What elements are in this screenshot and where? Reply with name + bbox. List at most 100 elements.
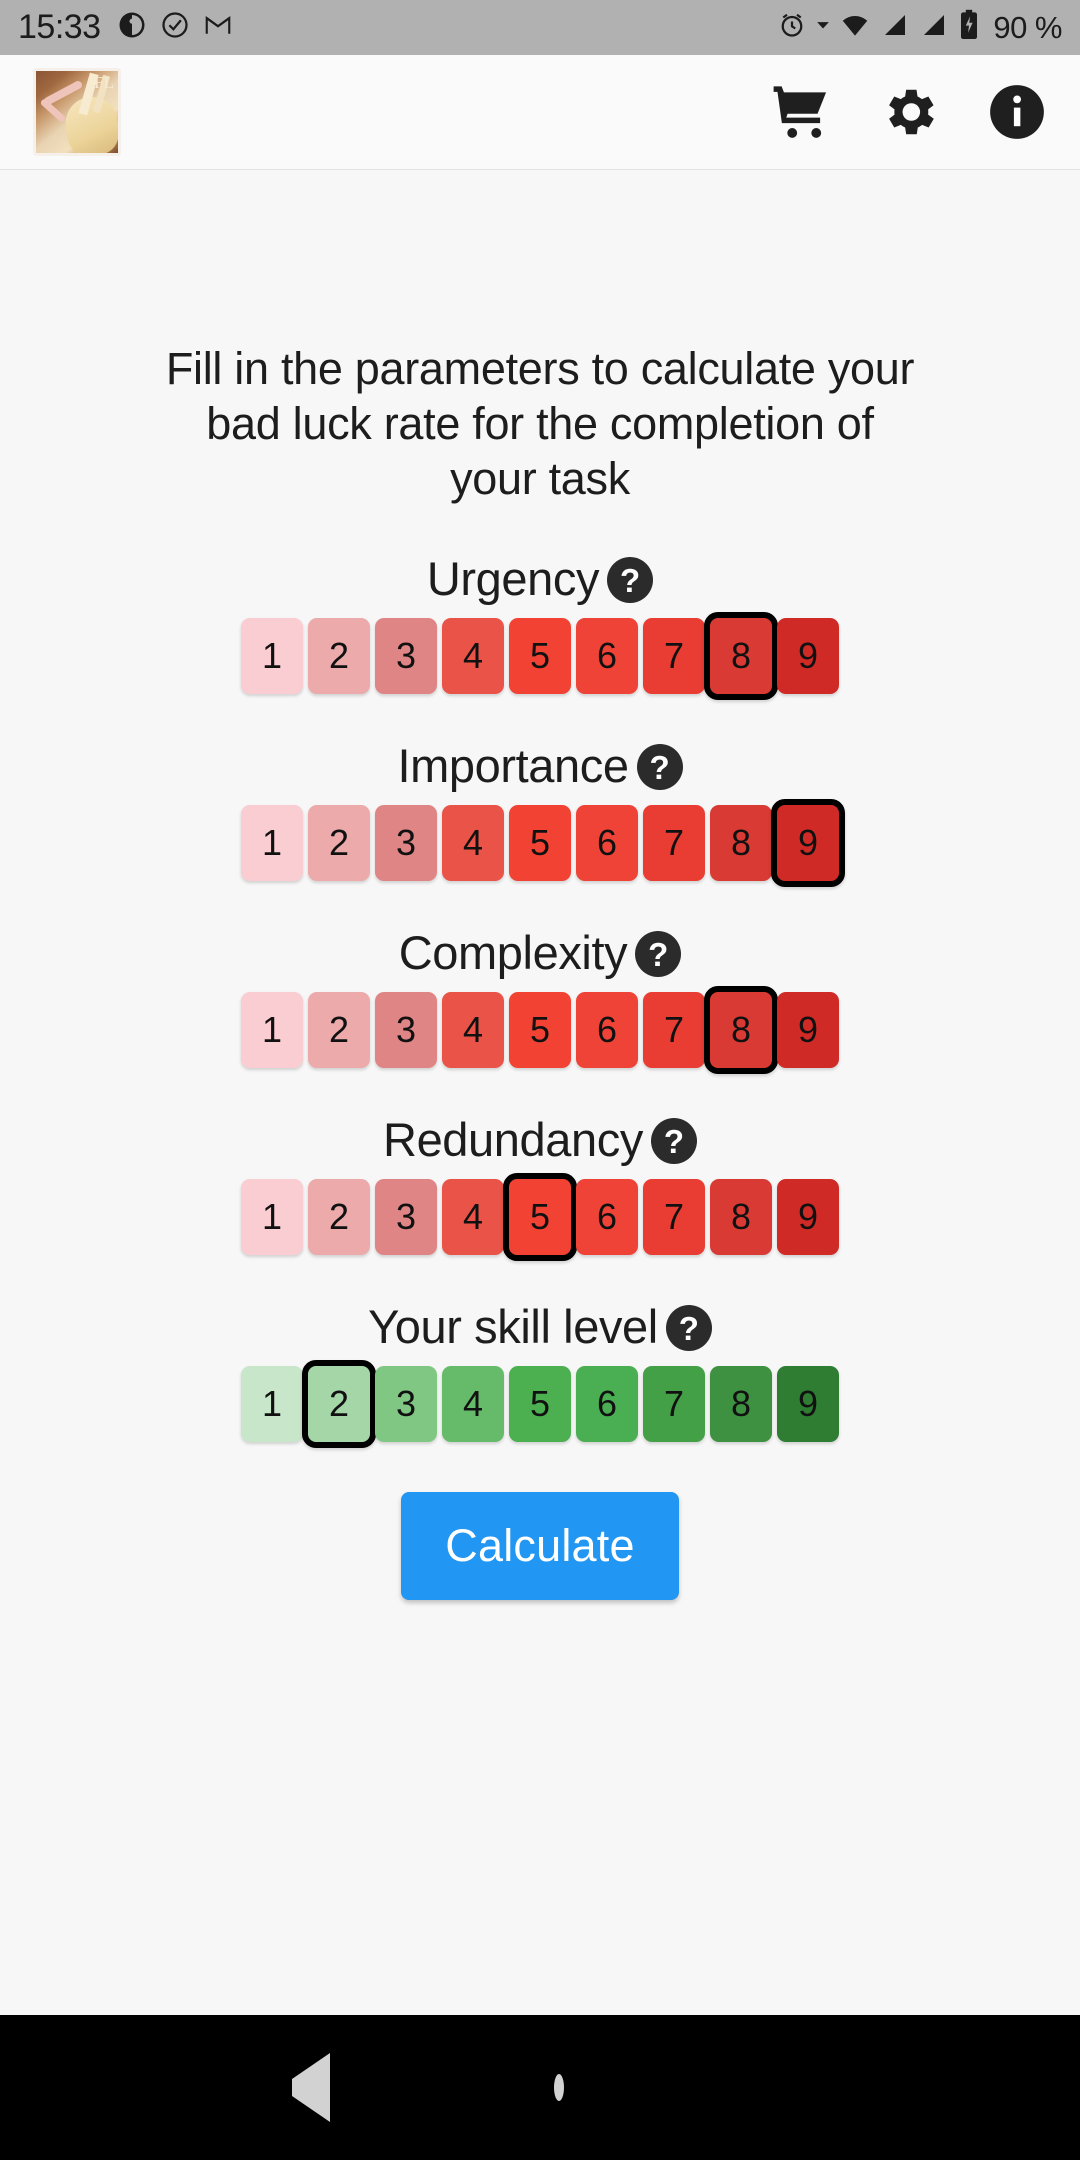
scale-option-skill-level-4[interactable]: 4 (442, 1365, 504, 1442)
section-label-skill-level: Your skill level (368, 1299, 658, 1353)
scale-option-importance-7[interactable]: 7 (643, 804, 705, 881)
section-complexity: Complexity? 1 2 3 4 5 6 7 8 9 (241, 925, 839, 1074)
help-icon-skill-level[interactable]: ? (665, 1305, 712, 1352)
section-skill-level: Your skill level? 1 2 3 4 5 6 7 8 9 (241, 1299, 839, 1448)
scale-option-urgency-7[interactable]: 7 (643, 617, 705, 694)
cart-icon[interactable] (768, 79, 834, 145)
parameter-sections: Urgency? 1 2 3 4 5 6 7 8 9 Importance? 1 2 3 4 5 6 7 8 9 Com… (241, 507, 845, 1448)
scale-row-urgency: 123456789 (241, 611, 839, 700)
scale-option-complexity-8[interactable]: 8 (704, 985, 778, 1074)
scale-option-skill-level-5[interactable]: 5 (509, 1365, 571, 1442)
scale-option-redundancy-3[interactable]: 3 (375, 1178, 437, 1255)
main-content: Fill in the parameters to calculate your… (0, 170, 1080, 2070)
scale-option-urgency-8[interactable]: 8 (704, 611, 778, 700)
battery-icon (958, 9, 980, 46)
scale-row-skill-level: 123456789 (241, 1359, 839, 1448)
section-label-redundancy: Redundancy (383, 1112, 643, 1166)
contrast-icon (117, 10, 147, 45)
scale-option-complexity-6[interactable]: 6 (576, 991, 638, 1068)
scale-option-urgency-5[interactable]: 5 (509, 617, 571, 694)
logo-instrument-body (63, 94, 118, 153)
gear-icon[interactable] (876, 79, 942, 145)
app-bar: FL (0, 55, 1080, 170)
dropdown-caret-icon (816, 18, 830, 37)
info-icon[interactable] (984, 79, 1050, 145)
back-triangle-icon (292, 2052, 330, 2122)
scale-option-importance-1[interactable]: 1 (241, 804, 303, 881)
scale-option-urgency-2[interactable]: 2 (308, 617, 370, 694)
scale-option-importance-2[interactable]: 2 (308, 804, 370, 881)
app-bar-actions (768, 79, 1050, 145)
scale-option-skill-level-8[interactable]: 8 (710, 1365, 772, 1442)
scale-row-importance: 123456789 (241, 798, 845, 887)
wifi-icon (839, 10, 871, 45)
scale-option-urgency-4[interactable]: 4 (442, 617, 504, 694)
scale-option-redundancy-9[interactable]: 9 (777, 1178, 839, 1255)
help-icon-redundancy[interactable]: ? (650, 1118, 697, 1165)
signal-icon (880, 10, 910, 45)
scale-option-redundancy-1[interactable]: 1 (241, 1178, 303, 1255)
scale-option-redundancy-2[interactable]: 2 (308, 1178, 370, 1255)
scale-option-urgency-6[interactable]: 6 (576, 617, 638, 694)
scale-option-redundancy-8[interactable]: 8 (710, 1178, 772, 1255)
scale-option-redundancy-6[interactable]: 6 (576, 1178, 638, 1255)
gmail-icon (203, 10, 233, 45)
scale-option-urgency-1[interactable]: 1 (241, 617, 303, 694)
scale-row-redundancy: 123456789 (241, 1172, 839, 1261)
nav-back-button[interactable] (292, 2052, 330, 2122)
section-redundancy: Redundancy? 1 2 3 4 5 6 7 8 9 (241, 1112, 839, 1261)
scale-option-skill-level-1[interactable]: 1 (241, 1365, 303, 1442)
status-bar: 15:33 90 % (0, 0, 1080, 55)
scale-option-redundancy-4[interactable]: 4 (442, 1178, 504, 1255)
nav-home-button[interactable] (554, 2073, 564, 2101)
scale-option-skill-level-3[interactable]: 3 (375, 1365, 437, 1442)
section-header-redundancy: Redundancy? (383, 1112, 697, 1167)
scale-option-complexity-7[interactable]: 7 (643, 991, 705, 1068)
help-icon-importance[interactable]: ? (636, 744, 683, 791)
section-label-importance: Importance (397, 738, 629, 792)
app-logo[interactable]: FL (33, 68, 121, 156)
scale-option-urgency-3[interactable]: 3 (375, 617, 437, 694)
signal-icon (919, 10, 949, 45)
scale-option-importance-5[interactable]: 5 (509, 804, 571, 881)
scale-option-skill-level-9[interactable]: 9 (777, 1365, 839, 1442)
scale-option-skill-level-7[interactable]: 7 (643, 1365, 705, 1442)
scale-option-redundancy-7[interactable]: 7 (643, 1178, 705, 1255)
section-label-urgency: Urgency (426, 551, 600, 605)
section-header-skill-level: Your skill level? (368, 1299, 712, 1354)
intro-text: Fill in the parameters to calculate your… (165, 343, 915, 504)
section-importance: Importance? 1 2 3 4 5 6 7 8 9 (241, 738, 845, 887)
scale-option-importance-6[interactable]: 6 (576, 804, 638, 881)
scale-option-skill-level-2[interactable]: 2 (302, 1359, 376, 1448)
scale-option-urgency-9[interactable]: 9 (777, 617, 839, 694)
section-header-complexity: Complexity? (398, 925, 682, 980)
home-circle-icon (554, 2073, 564, 2101)
scale-option-complexity-1[interactable]: 1 (241, 991, 303, 1068)
help-icon-urgency[interactable]: ? (607, 557, 654, 604)
scale-option-importance-9[interactable]: 9 (771, 798, 845, 887)
section-header-urgency: Urgency? (426, 551, 654, 606)
scale-option-importance-3[interactable]: 3 (375, 804, 437, 881)
alarm-icon (777, 10, 807, 45)
system-nav-bar (0, 2015, 1080, 2160)
section-label-complexity: Complexity (398, 925, 628, 979)
check-circle-icon (160, 10, 190, 45)
scale-option-complexity-9[interactable]: 9 (777, 991, 839, 1068)
help-icon-complexity[interactable]: ? (635, 931, 682, 978)
scale-row-complexity: 123456789 (241, 985, 839, 1074)
calculate-button-wrap: Calculate (401, 1491, 679, 1600)
scale-option-importance-4[interactable]: 4 (442, 804, 504, 881)
logo-letter: FL (94, 73, 114, 92)
status-right-icons: 90 % (777, 9, 1062, 46)
scale-option-importance-8[interactable]: 8 (710, 804, 772, 881)
section-header-importance: Importance? (397, 738, 683, 793)
scale-option-skill-level-6[interactable]: 6 (576, 1365, 638, 1442)
status-left-icons (117, 10, 233, 45)
calculate-button[interactable]: Calculate (401, 1491, 679, 1600)
scale-option-complexity-2[interactable]: 2 (308, 991, 370, 1068)
scale-option-complexity-3[interactable]: 3 (375, 991, 437, 1068)
scale-option-redundancy-5[interactable]: 5 (503, 1172, 577, 1261)
scale-option-complexity-4[interactable]: 4 (442, 991, 504, 1068)
scale-option-complexity-5[interactable]: 5 (509, 991, 571, 1068)
battery-percent: 90 % (993, 9, 1062, 45)
